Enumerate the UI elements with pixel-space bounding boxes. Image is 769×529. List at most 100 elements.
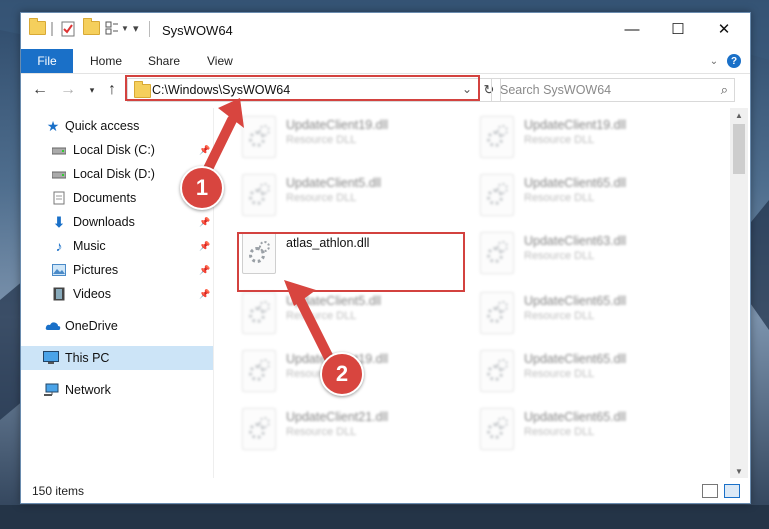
file-item[interactable]: UpdateClient65.dll Resource DLL bbox=[472, 288, 702, 338]
help-button[interactable]: ? bbox=[725, 52, 743, 70]
file-item[interactable]: UpdateClient19.dll Resource DLL bbox=[472, 112, 702, 162]
tab-file[interactable]: File bbox=[21, 49, 73, 73]
file-name: UpdateClient65.dll bbox=[524, 176, 627, 190]
sidebar-item-this-pc[interactable]: This PC bbox=[21, 346, 213, 370]
arrow-right-icon[interactable]: → bbox=[57, 79, 79, 101]
file-name: UpdateClient65.dll bbox=[524, 294, 627, 308]
pin-icon: 📌 bbox=[199, 240, 211, 251]
details-view-icon[interactable] bbox=[702, 484, 718, 498]
close-button[interactable]: ✕ bbox=[701, 13, 747, 45]
dll-file-icon bbox=[242, 292, 276, 334]
dll-file-icon bbox=[480, 292, 514, 334]
file-type: Resource DLL bbox=[524, 310, 595, 322]
quick-access-menu-icon[interactable]: ▾ bbox=[133, 22, 139, 35]
sidebar-item-pictures[interactable]: Pictures 📌 bbox=[21, 258, 213, 282]
document-icon bbox=[51, 190, 67, 206]
file-highlight-box bbox=[237, 232, 465, 292]
file-item[interactable]: UpdateClient19.dll Resource DLL bbox=[234, 112, 464, 162]
sidebar-item-label: Pictures bbox=[73, 263, 119, 277]
sidebar-item-local-disk-c[interactable]: Local Disk (C:) 📌 bbox=[21, 138, 213, 162]
window-title: SysWOW64 bbox=[162, 23, 233, 38]
sidebar-item-label: Documents bbox=[73, 191, 137, 205]
dll-file-icon bbox=[480, 174, 514, 216]
music-icon: ♪ bbox=[55, 238, 63, 254]
pin-icon: 📌 bbox=[199, 288, 211, 299]
file-item[interactable]: UpdateClient65.dll Resource DLL bbox=[472, 404, 702, 454]
vertical-scrollbar[interactable]: ▲ ▼ bbox=[730, 108, 748, 478]
sidebar-item-onedrive[interactable]: OneDrive bbox=[21, 314, 213, 338]
scroll-thumb[interactable] bbox=[733, 124, 745, 174]
minimize-button[interactable]: — bbox=[609, 13, 655, 45]
file-type: Resource DLL bbox=[286, 426, 357, 438]
chevron-down-icon[interactable]: ▾ bbox=[81, 79, 103, 101]
picture-icon bbox=[51, 262, 67, 278]
title-divider bbox=[149, 21, 150, 37]
chevron-down-icon[interactable]: ⌄ bbox=[705, 52, 723, 70]
maximize-button[interactable]: ☐ bbox=[655, 13, 701, 45]
new-folder-icon[interactable] bbox=[83, 18, 100, 35]
file-name: UpdateClient5.dll bbox=[286, 294, 382, 308]
file-item[interactable]: UpdateClient5.dll Resource DLL bbox=[234, 288, 464, 338]
file-item[interactable]: UpdateClient21.dll Resource DLL bbox=[234, 404, 464, 454]
toolbar-divider bbox=[51, 22, 53, 36]
sidebar-item-quick-access[interactable]: ★ Quick access bbox=[21, 114, 213, 138]
tab-home[interactable]: Home bbox=[90, 49, 122, 73]
file-name: UpdateClient63.dll bbox=[524, 234, 627, 248]
sidebar-item-label: OneDrive bbox=[65, 319, 118, 333]
sidebar-item-downloads[interactable]: ⬇ Downloads 📌 bbox=[21, 210, 213, 234]
item-count: 150 items bbox=[32, 484, 85, 498]
sidebar-item-network[interactable]: Network bbox=[21, 378, 213, 402]
arrow-up-icon[interactable]: ↑ bbox=[101, 79, 123, 101]
large-icons-view-icon[interactable] bbox=[724, 484, 740, 498]
title-bar: ▼ ▾ SysWOW64 — ☐ ✕ bbox=[21, 13, 750, 49]
status-bar: 150 items bbox=[21, 479, 750, 503]
video-icon bbox=[51, 286, 67, 302]
search-icon: ⌕ bbox=[720, 82, 728, 97]
sidebar-item-label: Downloads bbox=[73, 215, 135, 229]
computer-icon bbox=[43, 350, 59, 366]
search-placeholder: Search SysWOW64 bbox=[500, 83, 612, 97]
tab-share[interactable]: Share bbox=[148, 49, 180, 73]
sidebar-item-music[interactable]: ♪ Music 📌 bbox=[21, 234, 213, 258]
dll-file-icon bbox=[480, 116, 514, 158]
file-type: Resource DLL bbox=[524, 250, 595, 262]
step-1-badge: 1 bbox=[180, 166, 224, 210]
dll-file-icon bbox=[242, 350, 276, 392]
file-item[interactable]: UpdateClient65.dll Resource DLL bbox=[472, 346, 702, 396]
address-highlight-box bbox=[125, 75, 480, 101]
sidebar-item-label: Music bbox=[73, 239, 106, 253]
file-type: Resource DLL bbox=[524, 192, 595, 204]
drive-icon bbox=[51, 142, 67, 158]
help-icon: ? bbox=[727, 54, 741, 68]
dll-file-icon bbox=[242, 174, 276, 216]
search-box[interactable]: Search SysWOW64 ⌕ bbox=[491, 78, 735, 102]
drive-icon bbox=[51, 166, 67, 182]
file-type: Resource DLL bbox=[524, 134, 595, 146]
file-type: Resource DLL bbox=[524, 426, 595, 438]
arrow-left-icon[interactable]: ← bbox=[29, 79, 51, 101]
chevron-down-icon[interactable]: ▼ bbox=[121, 24, 129, 33]
navigation-pane: ★ Quick access Local Disk (C:) 📌 Local D… bbox=[21, 108, 214, 478]
file-item[interactable]: UpdateClient63.dll Resource DLL bbox=[472, 228, 702, 278]
pin-icon: 📌 bbox=[199, 144, 211, 155]
file-item[interactable]: UpdateClient65.dll Resource DLL bbox=[472, 170, 702, 220]
dll-file-icon bbox=[480, 408, 514, 450]
customize-toolbar-icon[interactable] bbox=[105, 21, 119, 35]
scroll-up-icon[interactable]: ▲ bbox=[730, 108, 748, 122]
file-item[interactable]: UpdateClient5.dll Resource DLL bbox=[234, 170, 464, 220]
pin-icon: 📌 bbox=[199, 216, 211, 227]
properties-icon[interactable] bbox=[61, 21, 75, 37]
sidebar-item-videos[interactable]: Videos 📌 bbox=[21, 282, 213, 306]
cloud-icon bbox=[45, 318, 61, 334]
file-type: Resource DLL bbox=[524, 368, 595, 380]
file-name: UpdateClient19.dll bbox=[286, 118, 389, 132]
download-icon: ⬇ bbox=[53, 213, 65, 230]
tab-view[interactable]: View bbox=[207, 49, 233, 73]
file-name: UpdateClient5.dll bbox=[286, 176, 382, 190]
file-type: Resource DLL bbox=[286, 134, 357, 146]
file-name: UpdateClient21.dll bbox=[286, 410, 389, 424]
file-list: UpdateClient19.dll Resource DLL UpdateCl… bbox=[214, 108, 730, 478]
sidebar-item-label: Quick access bbox=[65, 119, 140, 133]
file-type: Resource DLL bbox=[286, 192, 357, 204]
scroll-down-icon[interactable]: ▼ bbox=[730, 464, 748, 478]
